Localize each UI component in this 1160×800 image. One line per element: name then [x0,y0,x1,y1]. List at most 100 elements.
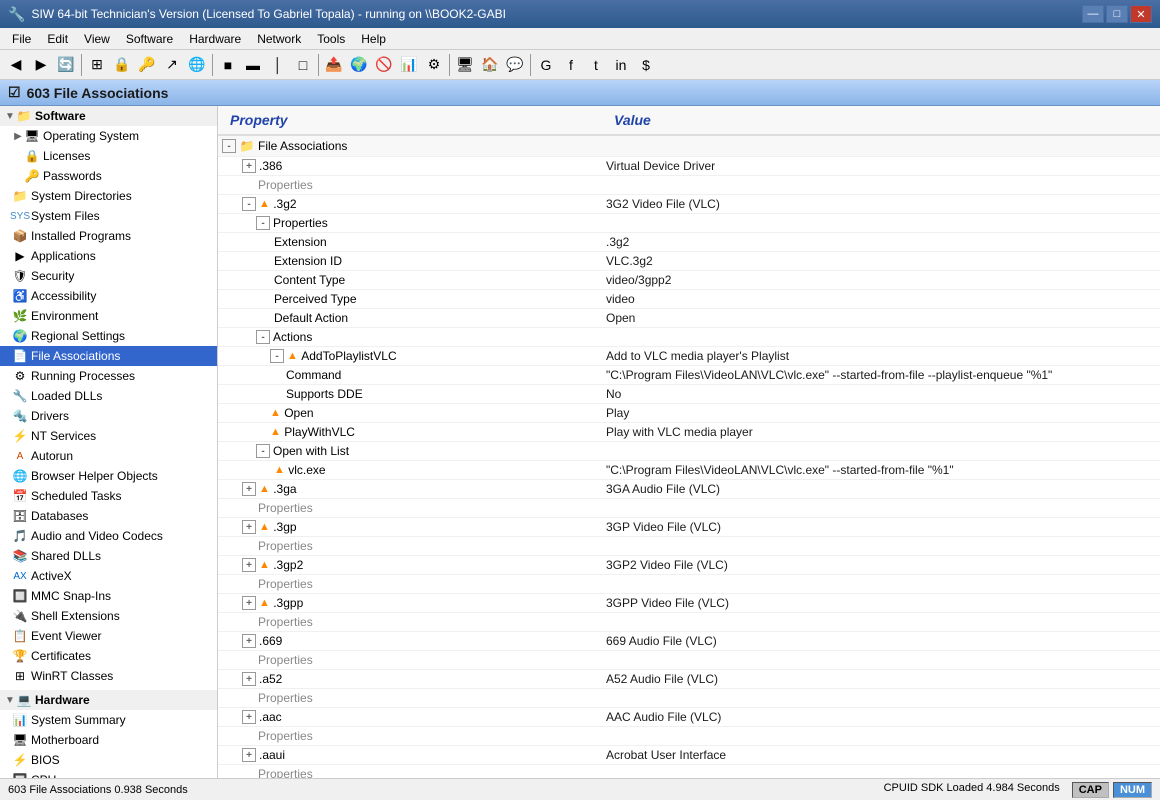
toolbar-box[interactable]: □ [291,53,315,77]
sidebar-item-audio-video-codecs[interactable]: 🎵 Audio and Video Codecs [0,526,217,546]
toolbar-web[interactable]: 🌍 [347,53,371,77]
expand-icon[interactable]: + [242,520,256,534]
menu-tools[interactable]: Tools [309,30,353,48]
expand-icon[interactable]: + [242,634,256,648]
sidebar-item-shared-dlls[interactable]: 📚 Shared DLLs [0,546,217,566]
expand-icon[interactable]: - [256,444,270,458]
sidebar-item-system-files[interactable]: SYS System Files [0,206,217,226]
expand-icon[interactable]: - [256,330,270,344]
expand-icon[interactable]: + [242,596,256,610]
table-row[interactable]: - Actions [218,328,1160,347]
sidebar-item-regional-settings[interactable]: 🌍 Regional Settings [0,326,217,346]
sidebar-item-installed-programs[interactable]: 📦 Installed Programs [0,226,217,246]
menu-help[interactable]: Help [353,30,394,48]
table-row[interactable]: Properties [218,689,1160,708]
toolbar-dollar[interactable]: $ [634,53,658,77]
table-row[interactable]: Properties [218,727,1160,746]
menu-view[interactable]: View [76,30,118,48]
sidebar-item-mmc-snap-ins[interactable]: 🔲 MMC Snap-Ins [0,586,217,606]
sidebar-item-security[interactable]: 🛡 Security [0,266,217,286]
menu-file[interactable]: File [4,30,39,48]
expand-icon[interactable]: + [242,748,256,762]
toolbar-forward[interactable]: ▶ [29,53,53,77]
table-row[interactable]: - Properties [218,214,1160,233]
table-row[interactable]: Properties [218,613,1160,632]
toolbar-tw[interactable]: t [584,53,608,77]
close-button[interactable]: ✕ [1130,5,1152,23]
toolbar-export[interactable]: 📤 [322,53,346,77]
table-row[interactable]: Properties [218,651,1160,670]
sidebar-item-file-associations[interactable]: 📄 File Associations [0,346,217,366]
sidebar-item-accessibility[interactable]: ♿ Accessibility [0,286,217,306]
table-row[interactable]: Properties [218,765,1160,778]
expand-icon[interactable]: + [242,482,256,496]
toolbar-key[interactable]: 🔑 [135,53,159,77]
sidebar-item-licenses[interactable]: 🔒 Licenses [0,146,217,166]
toolbar-globe[interactable]: 🌐 [185,53,209,77]
toolbar-arrow[interactable]: ↗ [160,53,184,77]
sidebar-item-autorun[interactable]: A Autorun [0,446,217,466]
expand-icon[interactable]: + [242,558,256,572]
table-row[interactable]: Properties [218,176,1160,195]
table-row[interactable]: Properties [218,499,1160,518]
sidebar-item-databases[interactable]: 🗄 Databases [0,506,217,526]
sidebar-item-running-processes[interactable]: ⚙ Running Processes [0,366,217,386]
toolbar-back[interactable]: ◀ [4,53,28,77]
toolbar-bar[interactable]: │ [266,53,290,77]
sidebar-item-drivers[interactable]: 🔩 Drivers [0,406,217,426]
table-row[interactable]: + .a52 A52 Audio File (VLC) [218,670,1160,689]
menu-edit[interactable]: Edit [39,30,76,48]
table-row[interactable]: + .386 Virtual Device Driver [218,157,1160,176]
table-row[interactable]: ▲ Open Play [218,404,1160,423]
sidebar-hardware-header[interactable]: ▼ 💻 Hardware [0,690,217,710]
menu-hardware[interactable]: Hardware [181,30,249,48]
maximize-button[interactable]: □ [1106,5,1128,23]
toolbar-fb[interactable]: f [559,53,583,77]
menu-network[interactable]: Network [249,30,309,48]
table-row[interactable]: + ▲ .3gpp 3GPP Video File (VLC) [218,594,1160,613]
toolbar-chart[interactable]: 📊 [397,53,421,77]
sidebar-item-system-directories[interactable]: 📁 System Directories [0,186,217,206]
toolbar-house[interactable]: 🏠 [478,53,502,77]
expand-icon[interactable]: - [222,139,236,153]
table-row[interactable]: ▲ vlc.exe "C:\Program Files\VideoLAN\VLC… [218,461,1160,480]
toolbar-stop[interactable]: 🚫 [372,53,396,77]
toolbar-gear[interactable]: ⚙ [422,53,446,77]
menu-software[interactable]: Software [118,30,181,48]
sidebar-item-system-summary[interactable]: 📊 System Summary [0,710,217,730]
expand-icon[interactable]: + [242,159,256,173]
expand-icon[interactable]: + [242,672,256,686]
toolbar-monitor[interactable]: 🖥 [453,53,477,77]
sidebar-item-shell-extensions[interactable]: 🔌 Shell Extensions [0,606,217,626]
table-row[interactable]: ▲ PlayWithVLC Play with VLC media player [218,423,1160,442]
sidebar-item-certificates[interactable]: 🏆 Certificates [0,646,217,666]
toolbar-grid[interactable]: ⊞ [85,53,109,77]
toolbar-lock[interactable]: 🔒 [110,53,134,77]
sidebar-item-operating-system[interactable]: ▶ 🖥 Operating System [0,126,217,146]
toolbar-chat[interactable]: 💬 [503,53,527,77]
sidebar-item-cpu[interactable]: 🔲 CPU [0,770,217,778]
expand-icon[interactable]: - [256,216,270,230]
table-row[interactable]: Properties [218,575,1160,594]
toolbar-rect[interactable]: ▬ [241,53,265,77]
sidebar-item-browser-helper[interactable]: 🌐 Browser Helper Objects [0,466,217,486]
sidebar-item-environment[interactable]: 🌿 Environment [0,306,217,326]
sidebar-item-motherboard[interactable]: 🖥 Motherboard [0,730,217,750]
sidebar-item-passwords[interactable]: 🔑 Passwords [0,166,217,186]
toolbar-square[interactable]: ■ [216,53,240,77]
toolbar-refresh[interactable]: 🔄 [54,53,78,77]
sidebar-item-nt-services[interactable]: ⚡ NT Services [0,426,217,446]
expand-icon[interactable]: - [270,349,284,363]
sidebar-item-scheduled-tasks[interactable]: 📅 Scheduled Tasks [0,486,217,506]
table-row[interactable]: + ▲ .3gp2 3GP2 Video File (VLC) [218,556,1160,575]
table-row[interactable]: + .669 669 Audio File (VLC) [218,632,1160,651]
table-row[interactable]: + ▲ .3gp 3GP Video File (VLC) [218,518,1160,537]
table-row[interactable]: + .aac AAC Audio File (VLC) [218,708,1160,727]
sidebar-software-header[interactable]: ▼ 📁 Software [0,106,217,126]
table-row[interactable]: - Open with List [218,442,1160,461]
minimize-button[interactable]: — [1082,5,1104,23]
table-row[interactable]: + ▲ .3ga 3GA Audio File (VLC) [218,480,1160,499]
expand-icon[interactable]: - [242,197,256,211]
expand-icon[interactable]: + [242,710,256,724]
sidebar-item-winrt-classes[interactable]: ⊞ WinRT Classes [0,666,217,686]
